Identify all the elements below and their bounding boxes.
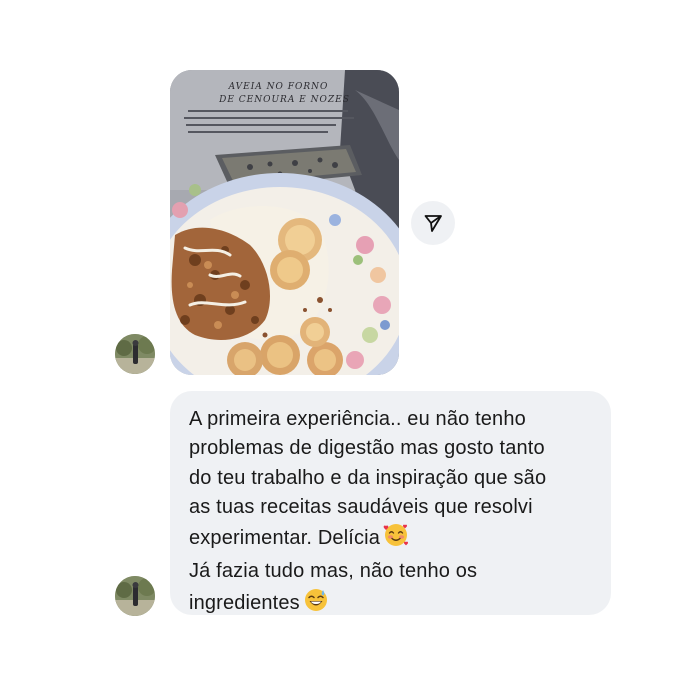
- text-message-bubble[interactable]: A primeira experiência.. eu não tenho pr…: [170, 391, 611, 615]
- book-title-line2: DE CENOURA E NOZES: [219, 95, 350, 105]
- message-line-text: experimentar. Delícia: [189, 527, 381, 550]
- avatar[interactable]: [115, 576, 155, 616]
- message-line: do teu trabalho e da inspiração que são: [189, 466, 547, 489]
- avatar[interactable]: [115, 334, 155, 374]
- message-line: A primeira experiência.. eu não tenho: [189, 408, 526, 430]
- message-line-text: ingredientes: [189, 591, 300, 614]
- message-line: problemas de digestão mas gosto tanto: [189, 437, 545, 460]
- message-line: as tuas receitas saudáveis que resolvi: [189, 495, 533, 518]
- share-button[interactable]: [411, 201, 455, 245]
- grinning-face-with-sweat-icon: [303, 587, 329, 622]
- food-photo: [170, 70, 399, 375]
- avatar-image: [115, 576, 155, 616]
- message-line: Já fazia tudo mas, não tenho os: [189, 560, 478, 583]
- send-icon: [424, 215, 442, 232]
- message-line-with-emoji: ingredientes: [189, 587, 591, 622]
- avatar-image: [115, 334, 155, 374]
- book-title-line1: AVEIA NO FORNO: [228, 82, 329, 92]
- smiling-face-with-hearts-icon: [383, 522, 409, 557]
- photo-message[interactable]: AVEIA NO FORNO DE CENOURA E NOZES: [170, 70, 399, 375]
- message-line-with-emoji: experimentar. Delícia: [189, 522, 591, 557]
